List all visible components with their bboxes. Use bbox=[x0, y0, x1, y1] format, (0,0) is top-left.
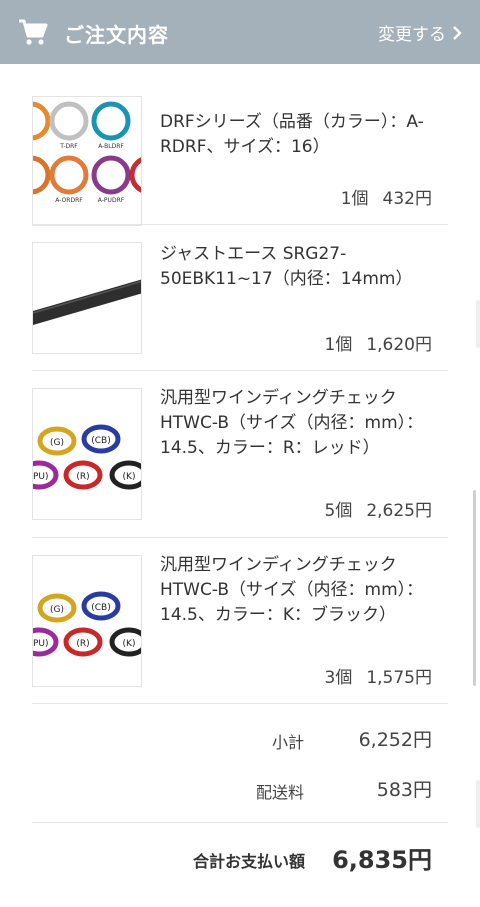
thumb-label: (PU) bbox=[33, 472, 49, 482]
quantity: 1個 bbox=[340, 189, 369, 209]
change-order-link[interactable]: 変更する bbox=[378, 20, 462, 45]
thumb-label: A-ORDRF bbox=[55, 197, 83, 204]
product-name: 汎用型ワインディングチェック HTWC-B（サイズ（内径：mm）：14.5、カラ… bbox=[160, 388, 424, 458]
edge-handle bbox=[476, 300, 480, 348]
thumb-label: (G) bbox=[50, 605, 64, 615]
product-image-rod bbox=[33, 279, 141, 325]
cart-icon bbox=[19, 19, 48, 45]
thumb-label: (G) bbox=[50, 438, 64, 448]
product-image-rings: T-DRF A-BLDRF A-ORDRF A-PUDRF bbox=[33, 101, 141, 204]
thumb-label: A-BLDRF bbox=[98, 143, 124, 150]
thumb-label: (R) bbox=[76, 639, 89, 649]
thumb-label: (CB) bbox=[91, 603, 110, 613]
total-label: 合計お支払い額 bbox=[192, 852, 305, 871]
thumb-label: (PU) bbox=[33, 639, 49, 649]
thumb-label: T-DRF bbox=[59, 143, 78, 150]
product-thumbnail bbox=[32, 242, 142, 354]
divider bbox=[32, 703, 448, 704]
thumb-label: (R) bbox=[76, 472, 89, 482]
line-price: 1,620円 bbox=[366, 335, 432, 355]
price-row: 3個 1,575円 bbox=[325, 663, 433, 688]
price-row: 1個 432円 bbox=[341, 184, 432, 209]
scrollbar[interactable] bbox=[473, 490, 476, 686]
divider bbox=[32, 224, 448, 225]
divider bbox=[32, 822, 448, 823]
price-row: 5個 2,625円 bbox=[325, 496, 433, 521]
thumb-label: (K) bbox=[123, 639, 136, 649]
thumb-label: (K) bbox=[123, 472, 136, 482]
price-row: 1個 1,620円 bbox=[325, 330, 433, 355]
quantity: 5個 bbox=[324, 501, 353, 521]
edge-handle bbox=[476, 780, 480, 828]
chevron-right-icon bbox=[453, 25, 462, 40]
product-image-rings: (G) (CB) (PU) (R) (K) bbox=[33, 591, 141, 657]
total-value: 6,835円 bbox=[332, 846, 432, 874]
quantity: 1個 bbox=[324, 335, 353, 355]
product-name: 汎用型ワインディングチェック HTWC-B（サイズ（内径：mm）：14.5、カラ… bbox=[160, 555, 424, 625]
divider bbox=[32, 370, 448, 371]
shipping-label: 配送料 bbox=[255, 783, 304, 802]
product-thumbnail: (G) (CB) (PU) (R) (K) bbox=[32, 388, 142, 520]
thumb-label: A-PUDRF bbox=[98, 197, 125, 204]
product-thumbnail: (G) (CB) (PU) (R) (K) bbox=[32, 555, 142, 687]
quantity: 3個 bbox=[324, 668, 353, 688]
shipping-value: 583円 bbox=[376, 779, 432, 801]
line-price: 2,625円 bbox=[366, 501, 432, 521]
product-image-rings: (G) (CB) (PU) (R) (K) bbox=[33, 424, 141, 490]
product-thumbnail: T-DRF A-BLDRF A-ORDRF A-PUDRF bbox=[32, 96, 142, 226]
page-title: ご注文内容 bbox=[64, 23, 169, 47]
change-order-label: 変更する bbox=[378, 25, 446, 45]
line-price: 1,575円 bbox=[366, 668, 432, 688]
product-name: DRFシリーズ（品番（カラー）：A-RDRF、サイズ：16） bbox=[160, 112, 424, 157]
product-name: ジャストエース SRG27-50EBK11~17（内径：14mm） bbox=[160, 244, 413, 289]
line-price: 432円 bbox=[382, 189, 432, 209]
divider bbox=[32, 537, 448, 538]
thumb-label: (CB) bbox=[91, 436, 110, 446]
subtotal-value: 6,252円 bbox=[358, 729, 432, 751]
subtotal-label: 小計 bbox=[271, 733, 304, 752]
order-summary-header: ご注文内容 変更する bbox=[0, 0, 480, 64]
